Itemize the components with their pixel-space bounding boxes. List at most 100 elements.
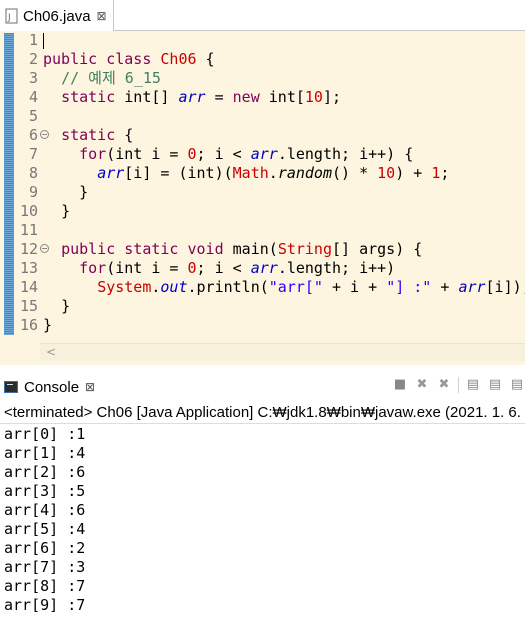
console-icon — [4, 381, 18, 393]
code-text: ; i < — [196, 259, 251, 277]
code-text: { — [196, 50, 215, 68]
code-text: } — [61, 202, 71, 220]
code-text: .length; i++) { — [277, 145, 414, 163]
code-text: ) + — [395, 164, 432, 182]
code-line-9: } — [43, 183, 525, 202]
code-text: main( — [223, 240, 278, 258]
code-line-14: System.out.println("arr[" + i + "] :" + … — [43, 278, 525, 297]
code-editor[interactable]: 1 2 3 4 5 6− 7 8 9 10 11 12− 13 14 15 16… — [0, 31, 525, 365]
scrollbar-track[interactable] — [40, 343, 525, 361]
clear-console-icon[interactable]: ▤ — [465, 377, 481, 393]
class-name: Ch06 — [160, 50, 197, 68]
line-number-folding: 6− — [14, 126, 49, 145]
horizontal-scrollbar[interactable]: < — [0, 337, 525, 365]
output-line: arr[4] :6 — [4, 501, 86, 519]
code-line-13: for(int i = 0; i < arr.length; i++) — [43, 259, 525, 278]
overview-rail — [0, 31, 14, 337]
line-number: 14 — [19, 278, 38, 296]
keyword: new — [232, 88, 260, 106]
code-text: () * — [332, 164, 378, 182]
code-area[interactable]: public class Ch06 { // 예제 6_15 static in… — [43, 31, 525, 335]
terminate-icon[interactable]: ■ — [392, 377, 408, 393]
code-line-7: for(int i = 0; i < arr.length; i++) { — [43, 145, 525, 164]
code-text: [i] = (int)( — [124, 164, 233, 182]
console-toolbar: ■ ✖ ✖ ▤ ▤ ▤ — [392, 377, 525, 393]
tab-console[interactable]: Console ⊠ — [4, 375, 95, 399]
code-text: + — [431, 278, 459, 296]
code-text: .println( — [187, 278, 269, 296]
code-text: } — [79, 183, 89, 201]
code-line-8: arr[i] = (int)(Math.random() * 10) + 1; — [43, 164, 525, 183]
tab-label: Ch06.java — [23, 7, 91, 25]
editor-tab-bar: J Ch06.java ⊠ — [0, 0, 525, 32]
number-literal: 0 — [187, 259, 197, 277]
remove-launch-icon[interactable]: ✖ — [414, 377, 430, 393]
close-icon[interactable]: ⊠ — [97, 9, 107, 23]
keyword: for — [79, 145, 107, 163]
code-text: { — [115, 126, 134, 144]
code-line-15: } — [43, 297, 525, 316]
keyword: static — [61, 126, 116, 144]
number-literal: 10 — [304, 88, 323, 106]
code-line-10: } — [43, 202, 525, 221]
code-text: [i]); — [485, 278, 525, 296]
field: arr — [97, 164, 125, 182]
keyword: void — [187, 240, 224, 258]
code-line-16: } — [43, 316, 525, 335]
code-text: int[] — [115, 88, 179, 106]
field: out — [160, 278, 188, 296]
code-text: ; i < — [196, 145, 251, 163]
scroll-left-arrow-icon[interactable]: < — [46, 345, 56, 359]
code-line-12: public static void main(String[] args) { — [43, 240, 525, 259]
line-number: 5 — [28, 107, 38, 125]
line-number: 7 — [28, 145, 38, 163]
output-line: arr[5] :4 — [4, 520, 86, 538]
line-number: 1 — [28, 31, 38, 49]
svg-text:J: J — [7, 13, 11, 23]
code-line-3: // 예제 6_15 — [43, 69, 525, 88]
number-literal: 0 — [187, 145, 197, 163]
close-icon[interactable]: ⊠ — [85, 380, 95, 394]
line-number: 16 — [19, 316, 38, 334]
keyword: for — [79, 259, 107, 277]
code-text: = — [205, 88, 233, 106]
field: arr — [250, 259, 278, 277]
code-text: . — [268, 164, 278, 182]
line-number: 8 — [28, 164, 38, 182]
line-number: 9 — [28, 183, 38, 201]
line-number: 15 — [19, 297, 38, 315]
toolbar-separator — [458, 377, 459, 393]
keyword: public — [43, 50, 98, 68]
code-text: } — [43, 316, 53, 334]
line-number: 4 — [28, 88, 38, 106]
remove-all-terminated-icon[interactable]: ✖ — [436, 377, 452, 393]
code-text: } — [61, 297, 71, 315]
code-text: ; — [440, 164, 450, 182]
output-line: arr[1] :4 — [4, 444, 86, 462]
field: arr — [250, 145, 278, 163]
word-wrap-icon[interactable]: ▤ — [509, 377, 525, 393]
output-line: arr[7] :3 — [4, 558, 86, 576]
output-line: arr[2] :6 — [4, 463, 86, 481]
tab-ch06-java[interactable]: J Ch06.java ⊠ — [0, 0, 114, 32]
line-number: 2 — [28, 50, 38, 68]
code-text: (int i = — [106, 259, 188, 277]
console-output[interactable]: arr[0] :1 arr[1] :4 arr[2] :6 arr[3] :5 … — [4, 425, 85, 615]
code-text: int[ — [259, 88, 305, 106]
line-number: 13 — [19, 259, 38, 277]
code-line-6: static { — [43, 126, 525, 145]
field: arr — [178, 88, 206, 106]
string-literal: "arr[" — [268, 278, 323, 296]
class-name: System — [97, 278, 152, 296]
java-file-icon: J — [5, 8, 18, 24]
line-number: 12 — [19, 240, 38, 258]
console-tab-label: Console — [24, 378, 80, 396]
code-text: (int i = — [106, 145, 188, 163]
code-line-1 — [43, 31, 525, 50]
field: arr — [458, 278, 486, 296]
keyword: class — [106, 50, 152, 68]
line-number: 10 — [19, 202, 38, 220]
code-text: [] args) { — [332, 240, 423, 258]
scroll-lock-icon[interactable]: ▤ — [487, 377, 503, 393]
